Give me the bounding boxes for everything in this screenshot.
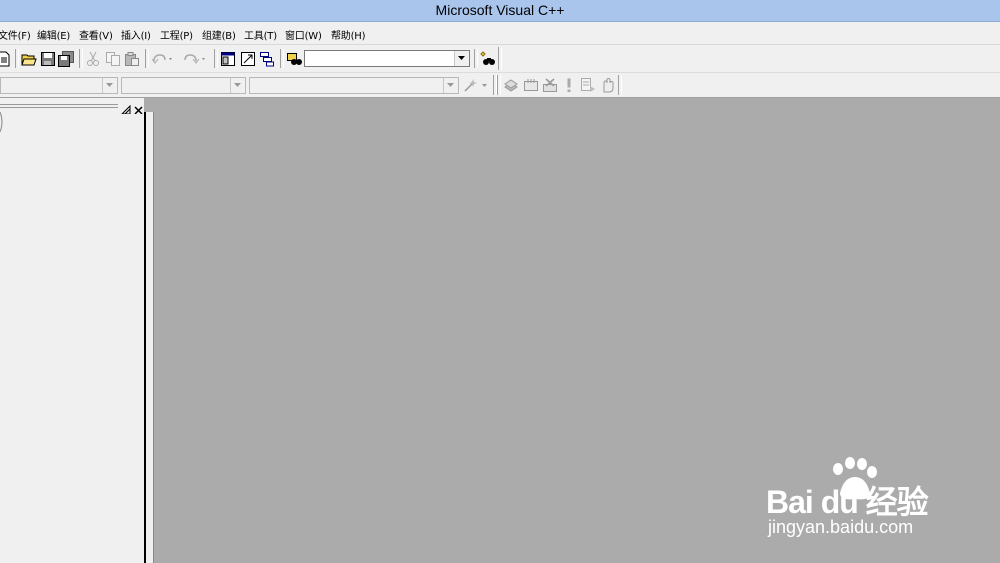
save-all-icon[interactable] [58,51,74,67]
stop-build-icon[interactable] [542,77,558,93]
filter-combo[interactable] [121,77,246,94]
workspace-tree[interactable] [0,111,144,563]
title-bar: Microsoft Visual C++ [0,0,1000,22]
new-text-file-icon[interactable] [0,51,12,67]
find-in-files-icon[interactable] [286,51,302,67]
workspace-icon[interactable] [220,51,236,67]
toolbar-separator [15,49,19,68]
menu-bar: 文件(F) 编辑(E) 查看(V) 插入(I) 工程(P) 组建(B) 工具(T… [0,22,1000,45]
filter-combo-dropdown-button[interactable] [230,78,245,93]
menu-tools[interactable]: 工具(T) [244,27,277,42]
build-icon[interactable] [523,77,539,93]
toolbar-end-border [498,47,502,70]
members-combo-dropdown-button[interactable] [443,78,458,93]
wizard-wand-icon[interactable] [462,77,487,93]
undo-icon[interactable] [151,51,172,67]
baidu-watermark: Bai du 经验 jingyan.baidu.com [764,455,954,545]
workspace-pane-header[interactable] [0,101,144,115]
go-icon[interactable] [580,77,596,93]
members-combo[interactable] [249,77,459,94]
toolbar-separator [79,49,83,68]
output-icon[interactable] [240,51,256,67]
pane-grip [0,104,118,105]
class-combo[interactable] [0,77,118,94]
find-combo[interactable] [304,50,470,67]
toolbar-separator [145,49,149,68]
compile-icon[interactable] [503,77,519,93]
copy-icon[interactable] [105,51,121,67]
toolbar-grip [497,75,501,95]
open-folder-icon[interactable] [21,51,37,67]
toolbar-separator [280,49,284,68]
menu-window[interactable]: 窗口(W) [285,27,322,42]
menu-help[interactable]: 帮助(H) [331,27,366,42]
menu-build[interactable]: 组建(B) [202,27,236,42]
insert-breakpoint-icon[interactable] [600,77,616,93]
wizard-toolbar [0,73,1000,98]
save-icon[interactable] [40,51,56,67]
pane-close-icon[interactable] [133,101,144,115]
workspace-pane [0,98,144,563]
toolbar-separator [474,49,478,68]
search-binoculars-icon[interactable] [480,51,496,67]
find-combo-dropdown-button[interactable] [454,51,469,66]
menu-project[interactable]: 工程(P) [160,27,193,42]
window-title: Microsoft Visual C++ [435,2,565,18]
window-list-icon[interactable] [259,51,275,67]
menu-file[interactable]: 文件(F) [0,27,31,42]
menu-view[interactable]: 查看(V) [79,27,113,42]
standard-toolbar [0,45,1000,73]
watermark-url: jingyan.baidu.com [768,517,914,537]
pane-maximize-icon[interactable] [120,101,132,115]
menu-insert[interactable]: 插入(I) [121,27,151,42]
pane-grip [0,107,118,108]
tree-partial-circle-icon [0,111,3,133]
menu-edit[interactable]: 编辑(E) [37,27,70,42]
execute-icon[interactable] [561,77,577,93]
toolbar-separator [214,49,218,68]
toolbar-end-border [618,75,622,95]
redo-icon[interactable] [183,51,205,67]
class-combo-dropdown-button[interactable] [102,78,117,93]
pane-splitter[interactable] [144,112,154,563]
cut-icon[interactable] [85,51,101,67]
paste-icon[interactable] [124,51,140,67]
